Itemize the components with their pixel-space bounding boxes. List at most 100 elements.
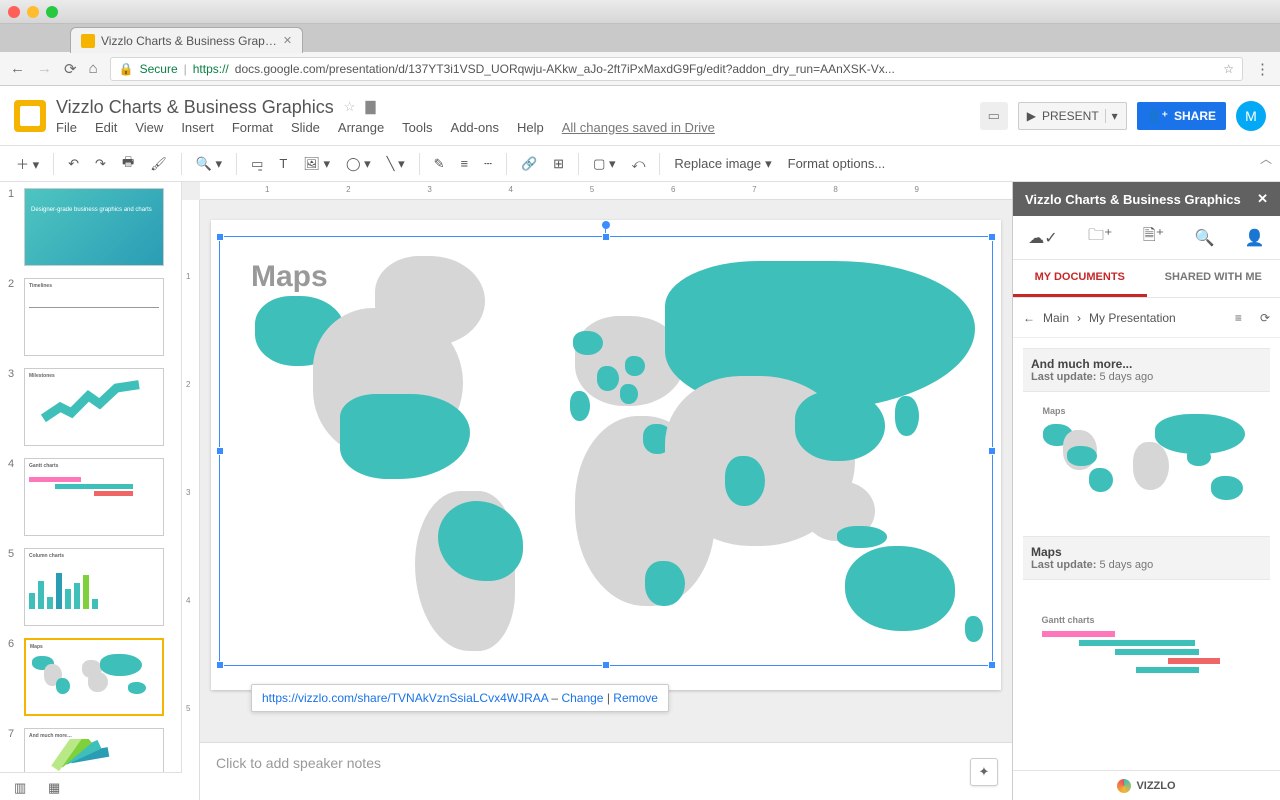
border-weight-icon[interactable]: ≡ [455, 152, 475, 175]
comment-icon[interactable]: ⊞ [547, 152, 570, 176]
toolbar: ＋ ▾ ↶ ↷ 🖶 🖌 🔍 ▾ ▭̱ T 🖼 ▾ ◯ ▾ ╲ ▾ ✎ ≡ ┄ 🔗… [0, 146, 1280, 182]
remove-link[interactable]: Remove [613, 691, 658, 705]
menu-file[interactable]: File [56, 120, 77, 135]
mac-close[interactable] [8, 6, 20, 18]
slide-thumb-3[interactable]: Milestones [24, 368, 164, 446]
favicon [81, 34, 95, 48]
close-tab-icon[interactable]: ✕ [283, 34, 292, 47]
resize-handle-tl[interactable] [216, 233, 224, 241]
grid-view-icon[interactable]: ▦ [48, 780, 62, 794]
link-icon[interactable]: 🔗 [515, 152, 543, 176]
crumb-pres[interactable]: My Presentation [1089, 311, 1176, 325]
redo-icon[interactable]: ↷ [89, 152, 112, 176]
doc-card[interactable]: And much more...Last update: 5 days ago … [1023, 348, 1270, 522]
share-link[interactable]: https://vizzlo.com/share/TVNAkVznSsiaLCv… [262, 691, 548, 705]
line-icon[interactable]: ╲ ▾ [381, 152, 411, 176]
shape-icon[interactable]: ◯ ▾ [340, 152, 377, 176]
select-tool-icon[interactable]: ▭̱ [245, 152, 269, 176]
present-button[interactable]: ▶ PRESENT ▾ [1018, 102, 1127, 130]
format-options-button[interactable]: Format options... [782, 152, 892, 175]
resize-handle-bl[interactable] [216, 661, 224, 669]
search-icon[interactable]: 🔍 [1195, 228, 1215, 248]
resize-handle-mr[interactable] [988, 447, 996, 455]
mac-min[interactable] [27, 6, 39, 18]
forward-icon[interactable]: → [37, 60, 52, 77]
resize-handle-br[interactable] [988, 661, 996, 669]
print-icon[interactable]: 🖶 [116, 149, 140, 179]
refresh-icon[interactable]: ⟳ [1260, 311, 1270, 325]
back-icon[interactable]: ← [10, 60, 25, 77]
thumb-number: 3 [8, 368, 18, 446]
account-icon[interactable]: 👤 [1245, 228, 1265, 248]
filmstrip-view-icon[interactable]: ▥ [14, 780, 28, 794]
tab-my-documents[interactable]: MY DOCUMENTS [1013, 260, 1147, 297]
slide-filmstrip[interactable]: 1 Designer-grade business graphics and c… [0, 182, 182, 800]
menu-addons[interactable]: Add-ons [451, 120, 499, 135]
menu-slide[interactable]: Slide [291, 120, 320, 135]
account-avatar[interactable]: M [1236, 101, 1266, 131]
resize-handle-bm[interactable] [602, 661, 610, 669]
collapse-toolbar-icon[interactable]: ︿ [1260, 150, 1272, 167]
selection-frame[interactable] [219, 236, 993, 666]
slide-canvas[interactable]: Maps [211, 220, 1001, 690]
paint-format-icon[interactable]: 🖌 [144, 152, 173, 176]
explore-button[interactable]: ✦ [970, 758, 998, 786]
slide-thumb-6[interactable]: Maps [24, 638, 164, 716]
zoom-icon[interactable]: 🔍 ▾ [190, 152, 228, 176]
chrome-menu-icon[interactable]: ⋮ [1255, 60, 1270, 78]
border-dash-icon[interactable]: ┄ [478, 152, 498, 176]
browser-tab[interactable]: Vizzlo Charts & Business Grap… ✕ [70, 27, 303, 53]
breadcrumb: ← Main › My Presentation ≡ ⟳ [1013, 298, 1280, 338]
new-slide-button[interactable]: ＋ ▾ [10, 150, 45, 177]
share-button[interactable]: 👤⁺ SHARE [1137, 102, 1226, 130]
rotate-handle[interactable] [602, 221, 610, 229]
reload-icon[interactable]: ⟳ [64, 60, 77, 78]
menu-tools[interactable]: Tools [402, 120, 432, 135]
bookmark-star-icon[interactable]: ☆ [1223, 62, 1234, 76]
address-bar[interactable]: 🔒 Secure | https://docs.google.com/prese… [110, 57, 1243, 81]
tab-shared[interactable]: SHARED WITH ME [1147, 260, 1280, 297]
slide-thumb-5[interactable]: Column charts [24, 548, 164, 626]
doc-title[interactable]: Vizzlo Charts & Business Graphics [56, 97, 334, 118]
crumb-main[interactable]: Main [1043, 311, 1069, 325]
cloud-sync-icon[interactable]: ☁✓ [1028, 228, 1057, 248]
new-folder-icon[interactable]: 🗀⁺ [1088, 224, 1112, 251]
move-folder-icon[interactable]: ▇ [365, 99, 375, 115]
undo-icon[interactable]: ↶ [62, 152, 85, 176]
new-doc-icon[interactable]: 🗎⁺ [1143, 224, 1164, 251]
textbox-icon[interactable]: T [273, 152, 293, 175]
canvas-area: 123456789 12345 Maps [182, 182, 1012, 800]
resize-handle-tm[interactable] [602, 233, 610, 241]
menu-format[interactable]: Format [232, 120, 273, 135]
comments-button[interactable]: ▭ [980, 102, 1008, 130]
slide-thumb-1[interactable]: Designer-grade business graphics and cha… [24, 188, 164, 266]
notes-placeholder: Click to add speaker notes [216, 755, 381, 771]
reset-image-icon[interactable]: ⤺ [625, 152, 651, 176]
close-panel-icon[interactable]: ✕ [1257, 191, 1268, 207]
image-icon[interactable]: 🖼 ▾ [297, 152, 336, 176]
slide-thumb-4[interactable]: Gantt charts [24, 458, 164, 536]
change-link[interactable]: Change [561, 691, 603, 705]
pen-icon[interactable]: ✎ [428, 152, 451, 176]
slides-logo-icon[interactable] [14, 100, 46, 132]
sort-icon[interactable]: ≡ [1235, 311, 1242, 325]
home-icon[interactable]: ⌂ [89, 60, 98, 77]
speaker-notes[interactable]: Click to add speaker notes [200, 742, 1012, 800]
menu-arrange[interactable]: Arrange [338, 120, 384, 135]
resize-handle-tr[interactable] [988, 233, 996, 241]
resize-handle-ml[interactable] [216, 447, 224, 455]
menu-help[interactable]: Help [517, 120, 544, 135]
back-arrow-icon[interactable]: ← [1023, 311, 1035, 325]
thumb-number: 1 [8, 188, 18, 266]
doc-card[interactable]: MapsLast update: 5 days ago Gantt charts [1023, 536, 1270, 710]
mac-max[interactable] [46, 6, 58, 18]
crop-icon[interactable]: ▢ ▾ [587, 152, 621, 176]
present-dropdown-icon[interactable]: ▾ [1105, 109, 1118, 123]
star-doc-icon[interactable]: ☆ [344, 99, 356, 115]
menu-view[interactable]: View [135, 120, 163, 135]
slide-thumb-2[interactable]: Timelines [24, 278, 164, 356]
replace-image-dropdown[interactable]: Replace image ▾ [668, 152, 777, 176]
document-list[interactable]: And much more...Last update: 5 days ago … [1013, 338, 1280, 770]
menu-insert[interactable]: Insert [181, 120, 214, 135]
menu-edit[interactable]: Edit [95, 120, 117, 135]
